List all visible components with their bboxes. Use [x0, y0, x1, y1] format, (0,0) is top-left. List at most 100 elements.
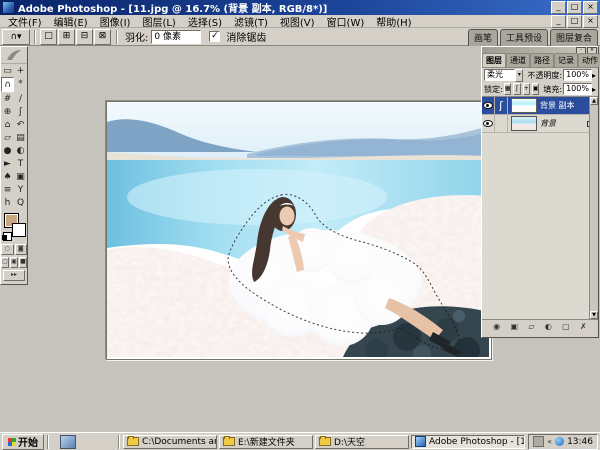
history-brush-tool-button[interactable]: ↶: [14, 118, 27, 131]
hand-tool-button[interactable]: h: [1, 196, 14, 209]
lasso-icon: ∩: [4, 80, 11, 90]
opacity-input[interactable]: 100%: [563, 69, 592, 81]
move-icon: +: [17, 66, 25, 76]
gradient-tool-button[interactable]: ▤: [14, 131, 27, 144]
menu-view[interactable]: 视图(V): [274, 14, 321, 29]
feather-input[interactable]: 0 像素: [151, 30, 201, 44]
lock-position-icon[interactable]: +: [523, 83, 530, 95]
tool-preset-picker[interactable]: ∩▾: [2, 29, 30, 45]
layer-row-background-copy[interactable]: ʃ 背景 副本: [482, 97, 598, 115]
magic-wand-tool-button[interactable]: *: [14, 77, 27, 90]
fullscreen-menubar-button[interactable]: ▣: [10, 257, 18, 268]
background-color-swatch[interactable]: [12, 223, 26, 237]
doc-close-button[interactable]: ×: [583, 15, 598, 28]
tab-actions[interactable]: 动作: [578, 53, 600, 67]
layer-name[interactable]: 背景: [540, 118, 587, 129]
pen-tool-button[interactable]: ♠: [1, 170, 14, 183]
tray-collapse-icon[interactable]: «: [547, 437, 552, 446]
minimize-button[interactable]: _: [551, 1, 566, 14]
visibility-toggle[interactable]: [482, 97, 495, 114]
lock-all-icon[interactable]: ▣: [532, 83, 540, 95]
tab-paths[interactable]: 路径: [530, 53, 554, 67]
layer-mask-icon[interactable]: ▣: [510, 321, 518, 332]
messenger-icon[interactable]: [555, 437, 564, 446]
slice-tool-button[interactable]: /: [14, 92, 27, 105]
opacity-slider-arrow[interactable]: ▸: [592, 71, 596, 80]
tab-brushes[interactable]: 画笔: [468, 29, 498, 46]
intersect-selection-button[interactable]: ⊠: [94, 29, 111, 45]
path-selection-tool-button[interactable]: ►: [1, 157, 14, 170]
standard-screen-button[interactable]: ▢: [1, 257, 9, 268]
tab-channels[interactable]: 通道: [506, 53, 530, 67]
taskbar-item-documents[interactable]: C:\Documents and Settin...: [123, 435, 217, 449]
fill-input[interactable]: 100%: [563, 83, 592, 95]
eraser-tool-button[interactable]: ▱: [1, 131, 14, 144]
taskbar-item-sky-folder[interactable]: D:\天空: [315, 435, 409, 449]
tab-layers[interactable]: 图层: [482, 53, 506, 67]
delete-layer-icon[interactable]: ✗: [580, 321, 587, 332]
type-tool-button[interactable]: T: [14, 157, 27, 170]
toolbox-header[interactable]: [1, 47, 27, 64]
antialias-checkbox[interactable]: ✓: [209, 31, 220, 42]
healing-brush-tool-button[interactable]: ⊕: [1, 105, 14, 118]
menu-file[interactable]: 文件(F): [2, 14, 48, 29]
blur-tool-button[interactable]: ●: [1, 144, 14, 157]
visibility-toggle[interactable]: [482, 115, 495, 132]
notes-tool-button[interactable]: ≡: [1, 183, 14, 196]
fullscreen-button[interactable]: ■: [19, 257, 27, 268]
layer-row-background[interactable]: 背景: [482, 115, 598, 133]
crop-tool-button[interactable]: #: [1, 92, 14, 105]
dodge-tool-button[interactable]: ◐: [14, 144, 27, 157]
menu-edit[interactable]: 编辑(E): [48, 14, 94, 29]
start-button[interactable]: 开始: [2, 434, 44, 450]
layer-style-icon[interactable]: ◉: [493, 321, 500, 332]
blend-mode-dropdown-arrow[interactable]: ▾: [515, 69, 523, 82]
layer-list-scrollbar[interactable]: ▲ ▼: [589, 97, 598, 319]
doc-restore-button[interactable]: □: [567, 15, 582, 28]
tab-layer-comps[interactable]: 图层复合: [550, 29, 598, 46]
tab-tool-presets[interactable]: 工具预设: [500, 29, 548, 46]
menu-help[interactable]: 帮助(H): [370, 14, 417, 29]
pen-icon: ♠: [3, 172, 11, 182]
scroll-up-icon[interactable]: ▲: [590, 97, 598, 105]
menu-select[interactable]: 选择(S): [182, 14, 228, 29]
lock-pixels-icon[interactable]: ʃ: [513, 83, 520, 95]
rect-marquee-tool-button[interactable]: ▭: [1, 64, 14, 77]
menu-filter[interactable]: 滤镜(T): [228, 14, 274, 29]
new-selection-button[interactable]: □: [40, 29, 57, 45]
subtract-selection-button[interactable]: ⊟: [76, 29, 93, 45]
quick-launch-icon[interactable]: [60, 435, 76, 449]
tab-history[interactable]: 记录: [554, 53, 578, 67]
input-method-icon[interactable]: [533, 436, 544, 447]
clone-stamp-tool-button[interactable]: ⌂: [1, 118, 14, 131]
shape-tool-button[interactable]: ▣: [14, 170, 27, 183]
default-colors-icon[interactable]: [3, 232, 12, 241]
add-selection-button[interactable]: ⊞: [58, 29, 75, 45]
blend-mode-select[interactable]: 柔光: [484, 69, 515, 81]
scroll-down-icon[interactable]: ▼: [590, 311, 598, 319]
lock-transparency-icon[interactable]: ▦: [504, 83, 512, 95]
taskbar-item-new-folder[interactable]: E:\新建文件夹: [219, 435, 313, 449]
maximize-button[interactable]: □: [567, 1, 582, 14]
separator: [116, 30, 118, 44]
eyedropper-tool-button[interactable]: Y: [14, 183, 27, 196]
doc-minimize-button[interactable]: _: [551, 15, 566, 28]
fill-slider-arrow[interactable]: ▸: [592, 85, 596, 94]
link-column[interactable]: [495, 115, 508, 132]
imageready-button[interactable]: ▸▸: [3, 270, 25, 281]
taskbar-item-photoshop[interactable]: Adobe Photoshop - [11.j...: [411, 435, 525, 449]
new-group-icon[interactable]: ▱: [528, 321, 534, 332]
new-layer-icon[interactable]: ▢: [562, 321, 570, 332]
menu-layer[interactable]: 图层(L): [136, 14, 181, 29]
move-tool-button[interactable]: +: [14, 64, 27, 77]
menu-image[interactable]: 图像(I): [94, 14, 137, 29]
quick-mask-mode-button[interactable]: ◙: [15, 244, 28, 255]
adjustment-layer-icon[interactable]: ◐: [545, 321, 552, 332]
standard-mode-button[interactable]: ○: [1, 244, 14, 255]
zoom-tool-button[interactable]: Q: [14, 196, 27, 209]
close-button[interactable]: ×: [583, 1, 598, 14]
lasso-tool-button[interactable]: ∩: [1, 77, 14, 92]
menu-window[interactable]: 窗口(W): [321, 14, 371, 29]
photo-canvas[interactable]: [106, 101, 492, 360]
brush-tool-button[interactable]: ʃ: [14, 105, 27, 118]
